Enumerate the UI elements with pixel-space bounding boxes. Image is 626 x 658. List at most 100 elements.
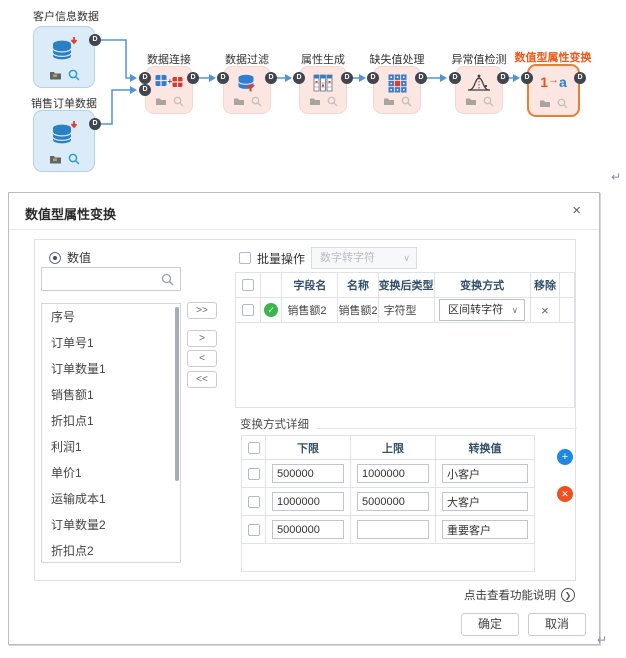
value-header: 转换值: [435, 435, 535, 460]
field-search-input[interactable]: [46, 269, 158, 289]
node-attribute-generate[interactable]: [299, 66, 347, 114]
grid-missing-icon: [374, 74, 420, 93]
lower-input[interactable]: [272, 464, 344, 483]
return-mark: ↵: [597, 633, 608, 647]
row-type-after: 字符型: [377, 297, 435, 323]
input-port[interactable]: D: [139, 84, 151, 96]
folder-icon[interactable]: [309, 97, 321, 106]
output-port[interactable]: D: [415, 72, 427, 84]
list-item[interactable]: 折扣点1: [42, 408, 180, 434]
value-input[interactable]: [442, 520, 528, 539]
node-missing-value[interactable]: [373, 66, 421, 114]
table-row: ✓ 销售额2 销售额2 字符型 区间转字符 ∨ ×: [235, 297, 575, 323]
select-all-checkbox[interactable]: [241, 279, 254, 292]
output-port[interactable]: D: [497, 72, 509, 84]
remove-row-icon[interactable]: ×: [541, 303, 549, 318]
list-item[interactable]: 销售额1: [42, 382, 180, 408]
folder-icon[interactable]: [539, 99, 551, 108]
list-item[interactable]: 订单数量2: [42, 512, 180, 538]
folder-icon[interactable]: [155, 97, 167, 106]
node-data-filter[interactable]: [223, 66, 271, 114]
add-range-button[interactable]: +: [557, 449, 573, 465]
node-label-customer-data: 客户信息数据: [33, 11, 99, 23]
search-preview-icon[interactable]: [401, 96, 412, 107]
search-preview-icon[interactable]: [557, 98, 568, 109]
node-customer-data[interactable]: [33, 26, 95, 88]
input-port[interactable]: D: [449, 72, 461, 84]
move-right-button[interactable]: >: [187, 330, 217, 347]
lower-input[interactable]: [272, 492, 344, 511]
search-preview-icon[interactable]: [173, 96, 184, 107]
input-port[interactable]: D: [367, 72, 379, 84]
search-preview-icon[interactable]: [327, 96, 338, 107]
folder-icon[interactable]: [383, 97, 395, 106]
ok-button[interactable]: 确定: [461, 613, 519, 636]
folder-icon[interactable]: [233, 97, 245, 106]
radio-selected-icon[interactable]: [49, 251, 61, 264]
output-port[interactable]: D: [574, 72, 586, 84]
upper-input[interactable]: [357, 464, 429, 483]
move-all-right-button[interactable]: >>: [187, 302, 217, 319]
list-item[interactable]: 运输成本1: [42, 486, 180, 512]
input-port[interactable]: D: [139, 72, 151, 84]
search-preview-icon[interactable]: [68, 153, 80, 165]
scrollbar-thumb[interactable]: [175, 307, 179, 481]
numeric-radio-row[interactable]: 数值: [49, 249, 91, 266]
batch-method-select[interactable]: 数字转字符 ∨: [311, 247, 418, 269]
search-preview-icon[interactable]: [68, 69, 80, 81]
output-port[interactable]: D: [89, 34, 101, 46]
search-preview-icon[interactable]: [483, 96, 494, 107]
folder-icon[interactable]: [465, 97, 477, 106]
row-method-select[interactable]: 区间转字符 ∨: [439, 299, 526, 321]
folder-icon[interactable]: [49, 154, 62, 164]
value-input[interactable]: [442, 492, 528, 511]
node-numeric-transform[interactable]: 1 → a: [527, 64, 580, 117]
input-port[interactable]: D: [217, 72, 229, 84]
batch-checkbox[interactable]: [239, 252, 251, 264]
list-item[interactable]: 单价1: [42, 460, 180, 486]
radio-label: 数值: [67, 251, 92, 265]
list-item[interactable]: 序号: [42, 304, 180, 330]
node-label-outlier-detect: 异常值检测: [451, 54, 507, 66]
list-item[interactable]: 订单号1: [42, 330, 180, 356]
detail-row-checkbox[interactable]: [247, 495, 260, 508]
folder-icon[interactable]: [49, 70, 62, 80]
output-port[interactable]: D: [265, 72, 277, 84]
row-checkbox[interactable]: [241, 304, 254, 317]
input-port[interactable]: D: [521, 72, 533, 84]
table-join-icon: +: [146, 74, 192, 89]
return-mark: ↵: [611, 170, 622, 184]
lower-input[interactable]: [272, 520, 344, 539]
input-port[interactable]: D: [293, 72, 305, 84]
upper-input[interactable]: [357, 492, 429, 511]
row-name: 销售额2: [337, 297, 379, 323]
detail-select-all-checkbox[interactable]: [247, 441, 260, 454]
detail-select-all-header: [241, 435, 266, 460]
detail-row-checkbox[interactable]: [247, 467, 260, 480]
upper-input[interactable]: [357, 520, 429, 539]
output-port[interactable]: D: [187, 72, 199, 84]
help-link[interactable]: 点击查看功能说明 ❯: [464, 587, 575, 603]
list-item[interactable]: 折扣点2: [42, 538, 180, 562]
search-preview-icon[interactable]: [251, 96, 262, 107]
node-sales-data[interactable]: [33, 110, 95, 172]
detail-row-checkbox[interactable]: [247, 523, 260, 536]
filter-icon: [224, 74, 270, 93]
dialog-title: 数值型属性变换: [25, 207, 117, 222]
value-input[interactable]: [442, 464, 528, 483]
output-port[interactable]: D: [341, 72, 353, 84]
dialog-body-panel: 数值 序号 订单号1 订单数量1 销售额1 折扣点1 利润1 单价1 运输成本1…: [34, 239, 577, 581]
circle-chevron-right-icon: ❯: [561, 588, 575, 602]
node-data-join[interactable]: +: [145, 66, 193, 114]
list-item[interactable]: 利润1: [42, 434, 180, 460]
cancel-button[interactable]: 取消: [528, 613, 586, 636]
output-port[interactable]: D: [89, 118, 101, 130]
move-all-left-button[interactable]: <<: [187, 371, 217, 388]
close-icon[interactable]: ×: [572, 202, 581, 219]
delete-range-button[interactable]: ✕: [557, 486, 573, 502]
row-method-value: 区间转字符: [448, 304, 504, 316]
list-item[interactable]: 订单数量1: [42, 356, 180, 382]
field-header: 字段名: [281, 272, 339, 298]
move-left-button[interactable]: <: [187, 350, 217, 367]
node-outlier-detect[interactable]: [455, 66, 503, 114]
